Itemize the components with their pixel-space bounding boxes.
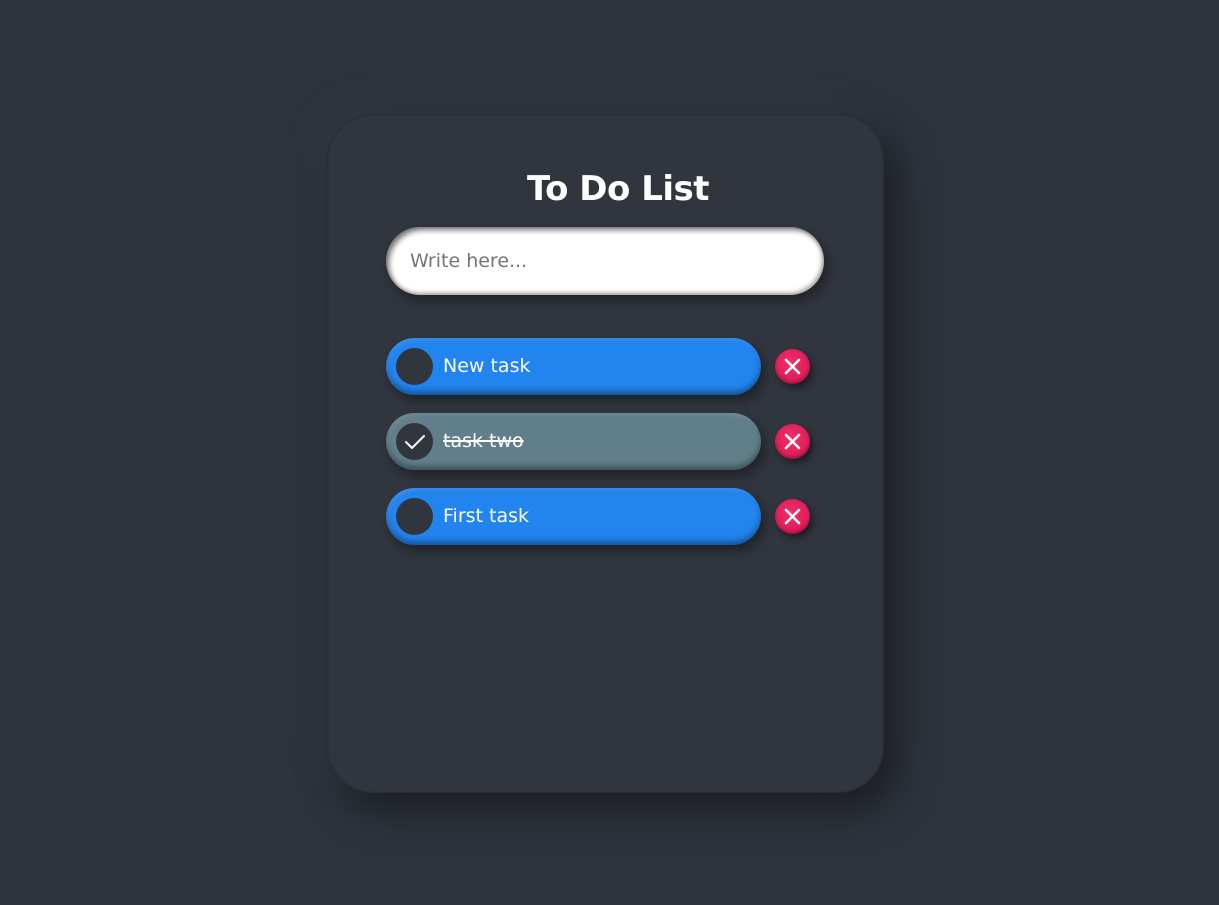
delete-task-button[interactable] bbox=[775, 499, 810, 534]
close-icon bbox=[784, 358, 801, 375]
checkmark-icon bbox=[405, 435, 425, 449]
task-item: First task bbox=[386, 488, 761, 545]
task-label[interactable]: First task bbox=[443, 488, 529, 545]
task-item: task two bbox=[386, 413, 761, 470]
close-icon bbox=[784, 508, 801, 525]
checkbox-checked[interactable] bbox=[396, 423, 433, 460]
task-label[interactable]: task two bbox=[443, 413, 524, 470]
close-icon bbox=[784, 433, 801, 450]
circle-toggle-icon[interactable] bbox=[396, 498, 433, 535]
task-label[interactable]: New task bbox=[443, 338, 530, 395]
page-title: To Do List bbox=[526, 169, 710, 209]
task-item: New task bbox=[386, 338, 761, 395]
delete-task-button[interactable] bbox=[775, 349, 810, 384]
circle-toggle-icon[interactable] bbox=[396, 348, 433, 385]
delete-task-button[interactable] bbox=[775, 424, 810, 459]
task-input[interactable] bbox=[386, 227, 824, 295]
task-input-container bbox=[386, 227, 824, 295]
